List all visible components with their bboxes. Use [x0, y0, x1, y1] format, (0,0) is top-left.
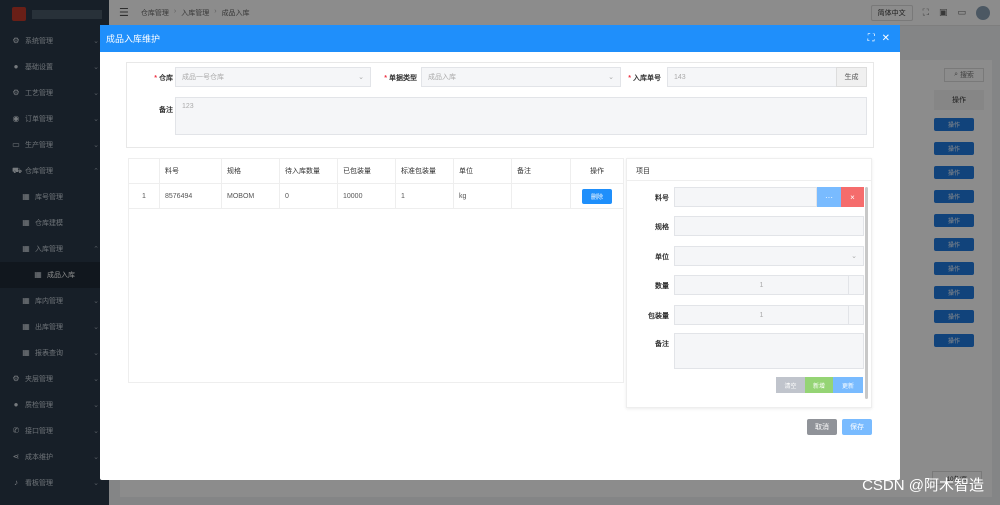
- part-no-input[interactable]: [674, 187, 817, 207]
- column-header: 待入库数量: [280, 159, 338, 183]
- pack-stepper[interactable]: 1: [674, 305, 849, 325]
- column-header: 料号: [160, 159, 222, 183]
- qty-stepper[interactable]: 1: [674, 275, 849, 295]
- row-index: 1: [129, 184, 160, 208]
- delete-button[interactable]: 删除: [581, 188, 612, 204]
- cell-std-pack: 1: [396, 184, 454, 208]
- cancel-button[interactable]: 取消: [807, 419, 837, 435]
- cell-actions: 删除: [571, 184, 623, 208]
- clear-part-button[interactable]: ×: [841, 187, 864, 207]
- warehouse-label: * 仓库: [154, 75, 173, 82]
- chevron-down-icon: ⌄: [608, 74, 614, 81]
- pack-stepper-arrows[interactable]: [848, 305, 864, 325]
- qty-label: 数量: [655, 283, 669, 290]
- cell-unit: kg: [454, 184, 512, 208]
- update-action-button[interactable]: 更新: [833, 377, 863, 393]
- maximize-icon[interactable]: ⛶: [868, 33, 875, 44]
- remark-textarea[interactable]: 123: [175, 97, 867, 135]
- save-button[interactable]: 保存: [842, 419, 872, 435]
- doc-type-select[interactable]: 成品入库 ⌄: [421, 67, 621, 87]
- doc-type-label: * 单据类型: [384, 75, 417, 82]
- header-form: * 仓库 成品一号仓库 ⌄ * 单据类型 成品入库 ⌄ * 入库单号 143 生成 备注 …: [126, 62, 874, 148]
- add-action-button[interactable]: 新增: [805, 377, 833, 393]
- clear-action-button[interactable]: 清空: [776, 377, 805, 393]
- column-header: 备注: [512, 159, 571, 183]
- spec-label: 规格: [655, 224, 669, 231]
- table-header-row: 料号 规格 待入库数量 已包装量 标准包装量 单位 备注 操作: [129, 159, 623, 184]
- chevron-down-icon: ⌄: [358, 74, 364, 81]
- cell-spec: MOBOM: [222, 184, 280, 208]
- inbound-dialog: 成品入库维护 ⛶ ✕ * 仓库 成品一号仓库 ⌄ * 单据类型 成品入库 ⌄ * 入库单号…: [100, 25, 900, 480]
- pack-label: 包装量: [648, 313, 669, 320]
- part-no-label: 料号: [655, 195, 669, 202]
- in-no-input[interactable]: 143: [667, 67, 837, 87]
- cell-remark: [512, 184, 571, 208]
- item-panel-title: 项目: [627, 159, 871, 181]
- dialog-title: 成品入库维护: [106, 34, 161, 44]
- column-header: 规格: [222, 159, 280, 183]
- cell-part-no: 8576494: [160, 184, 222, 208]
- table-row: 1 8576494 MOBOM 0 10000 1 kg 删除: [129, 184, 623, 209]
- cell-packed-qty: 10000: [338, 184, 396, 208]
- cell-pending-qty: 0: [280, 184, 338, 208]
- qty-stepper-arrows[interactable]: [848, 275, 864, 295]
- item-remark-label: 备注: [655, 341, 669, 348]
- item-panel: 项目 料号 ··· × 规格 单位 ⌄ 数量 1 包装量 1 备注 清空 新增 …: [626, 158, 872, 408]
- in-no-label: * 入库单号: [628, 75, 661, 82]
- column-header: 已包装量: [338, 159, 396, 183]
- chevron-down-icon: ⌄: [851, 253, 857, 260]
- unit-select[interactable]: ⌄: [674, 246, 864, 266]
- warehouse-select[interactable]: 成品一号仓库 ⌄: [175, 67, 371, 87]
- close-icon[interactable]: ✕: [882, 33, 890, 44]
- remark-label: 备注: [159, 107, 173, 114]
- watermark: CSDN @阿木智造: [862, 477, 984, 494]
- column-header: 单位: [454, 159, 512, 183]
- detail-table: 料号 规格 待入库数量 已包装量 标准包装量 单位 备注 操作 1 857649…: [128, 158, 624, 383]
- scrollbar[interactable]: [865, 187, 868, 399]
- generate-button[interactable]: 生成: [836, 67, 867, 87]
- spec-input[interactable]: [674, 216, 864, 236]
- dialog-header: 成品入库维护 ⛶ ✕: [100, 25, 900, 52]
- column-header: 操作: [590, 168, 604, 175]
- column-header: 标准包装量: [396, 159, 454, 183]
- item-remark-textarea[interactable]: [674, 333, 864, 369]
- more-button[interactable]: ···: [817, 187, 841, 207]
- column-header: [129, 159, 160, 183]
- unit-label: 单位: [655, 254, 669, 261]
